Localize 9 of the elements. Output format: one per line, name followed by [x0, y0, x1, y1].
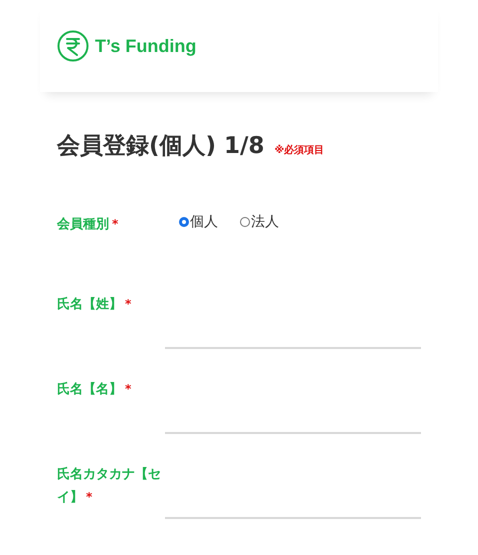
- radio-option[interactable]: 法人: [240, 213, 279, 231]
- radio-option[interactable]: 個人: [179, 213, 218, 231]
- field-label: 氏名カタカナ【セイ】 *: [57, 467, 161, 505]
- field-label: 会員種別 *: [57, 217, 118, 232]
- rupee-coin-icon: [57, 30, 89, 62]
- field-label: 氏名【名】 *: [57, 382, 132, 397]
- page-title: 会員登録(個人) 1/8: [57, 132, 264, 161]
- field-label: 氏名【姓】 *: [57, 297, 132, 312]
- required-note: ※必須項目: [274, 144, 324, 157]
